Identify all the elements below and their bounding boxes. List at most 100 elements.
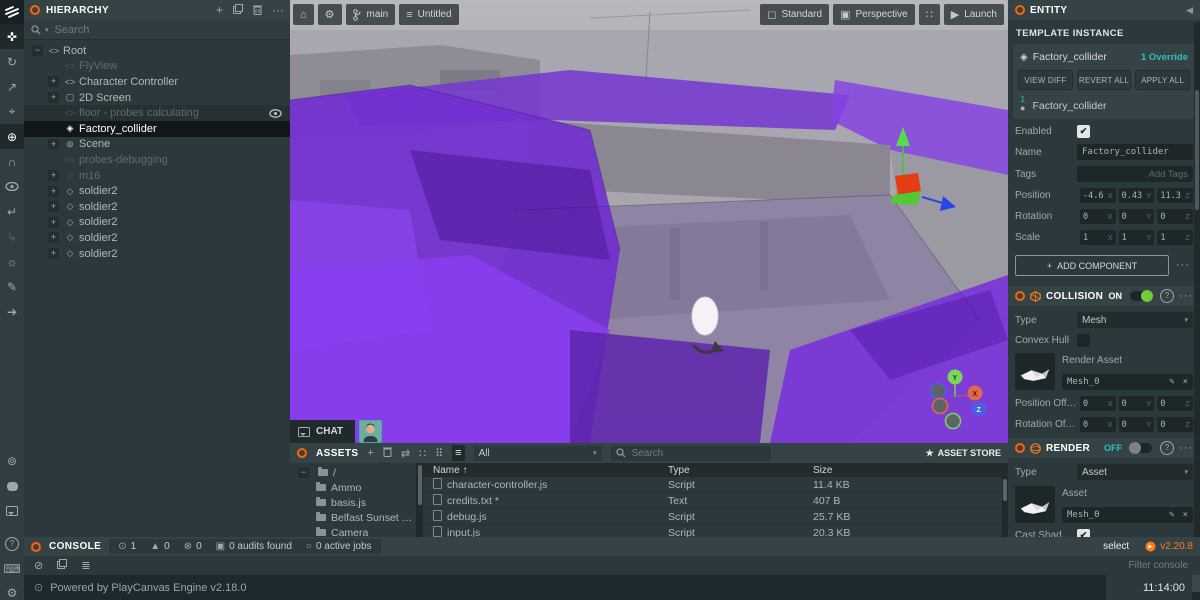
transform-y-field[interactable]: 0Y <box>1119 209 1155 224</box>
github-icon[interactable]: ⊚ <box>0 450 24 472</box>
hierarchy-item[interactable]: <>floor - probes calculating <box>24 105 290 121</box>
clear-x-icon[interactable]: × <box>1183 510 1188 520</box>
asset-row[interactable]: character-controller.jsScript11.4 KB <box>423 477 1008 493</box>
large-grid-view-icon[interactable]: ⠿ <box>435 447 443 460</box>
collision-toggle[interactable] <box>1130 291 1152 301</box>
visibility-eye-icon[interactable] <box>0 174 24 199</box>
home-button[interactable]: ⌂ <box>293 4 314 25</box>
folder-item[interactable]: Belfast Sunset HDR <box>290 510 416 525</box>
hierarchy-item[interactable]: +◇soldier2 <box>24 199 290 215</box>
feedback-icon[interactable] <box>0 500 24 522</box>
folder-item[interactable]: Camera <box>290 525 416 537</box>
delete-entity-button[interactable] <box>253 4 262 17</box>
help-icon[interactable]: ? <box>0 533 24 555</box>
reimport-asset-icon[interactable]: ⇄ <box>401 447 410 460</box>
clear-x-icon[interactable]: × <box>1183 377 1188 387</box>
console-title[interactable]: CONSOLE <box>49 541 101 552</box>
tags-field[interactable]: Add Tags <box>1077 166 1193 182</box>
transform-z-field[interactable]: 0Z <box>1157 209 1193 224</box>
expander-toggle[interactable]: + <box>48 170 59 181</box>
entity-menu-button[interactable]: ··· <box>1173 255 1193 274</box>
template-instance-chip[interactable]: 1 ● <box>1020 96 1025 112</box>
render-help-icon[interactable]: ? <box>1160 441 1174 455</box>
asset-field[interactable]: Mesh_0 ✎ × <box>1062 507 1193 523</box>
snap-magnet-icon[interactable]: ∩ <box>0 149 24 174</box>
list-view-icon[interactable]: ≡ <box>452 445 464 461</box>
hierarchy-menu-button[interactable]: ··· <box>272 4 284 16</box>
column-name[interactable]: Name ↑ <box>423 465 668 476</box>
transform-y-field[interactable]: 0.43Y <box>1119 188 1155 203</box>
branch-button[interactable]: main <box>346 4 396 25</box>
delete-asset-button[interactable] <box>383 446 392 460</box>
console-warning-count[interactable]: ▲0 <box>150 541 169 552</box>
asset-store-button[interactable]: ★ASSET STORE <box>926 448 1001 459</box>
fullscreen-button[interactable]: ∷ <box>919 4 940 25</box>
hierarchy-item[interactable]: −<>Root <box>24 43 290 59</box>
jobs-status[interactable]: ○0 active jobs <box>306 541 372 552</box>
edit-pencil-icon[interactable]: ✎ <box>1169 377 1174 387</box>
add-component-button[interactable]: +ADD COMPONENT <box>1015 255 1169 276</box>
playcanvas-logo-icon[interactable] <box>0 0 24 24</box>
hierarchy-search-input[interactable] <box>53 23 283 37</box>
render-mesh-thumbnail[interactable] <box>1015 486 1055 523</box>
transform-z-field[interactable]: 1Z <box>1157 230 1193 245</box>
render-asset-field[interactable]: Mesh_0 ✎ × <box>1062 374 1193 390</box>
redo-icon[interactable]: ↳ <box>0 224 24 249</box>
collision-type-dropdown[interactable]: Mesh▾ <box>1077 312 1193 328</box>
collision-header[interactable]: COLLISION ON ? ··· <box>1008 286 1200 306</box>
assets-search-input[interactable] <box>630 447 766 460</box>
scene-name-button[interactable]: ≡ Untitled <box>399 4 458 25</box>
cast-shadows-checkbox[interactable]: ✔ <box>1077 529 1090 537</box>
hierarchy-item[interactable]: <>probes-debugging <box>24 152 290 168</box>
expander-toggle[interactable]: + <box>48 201 59 212</box>
expander-toggle[interactable]: + <box>48 248 59 259</box>
add-asset-button[interactable]: + <box>367 447 373 459</box>
asset-row[interactable]: debug.jsScript25.7 KB <box>423 509 1008 525</box>
scale-tool-icon[interactable]: ↗ <box>0 74 24 99</box>
settings-gear-icon[interactable]: ⚙ <box>0 582 24 600</box>
hierarchy-item[interactable]: +⊚Scene <box>24 137 290 153</box>
standard-view-button[interactable]: ◻Standard <box>760 4 829 25</box>
offset-x-field[interactable]: 0X <box>1080 396 1116 411</box>
shortcuts-keyboard-icon[interactable]: ⌨ <box>0 558 24 580</box>
world-space-icon[interactable]: ⊕ <box>0 124 24 149</box>
enabled-checkbox[interactable]: ✔ <box>1077 125 1090 138</box>
folder-item[interactable]: Ammo <box>290 480 416 495</box>
offset-z-field[interactable]: 0Z <box>1157 417 1193 432</box>
translate-tool-icon[interactable]: ✜ <box>0 24 24 49</box>
edit-pencil-icon[interactable]: ✎ <box>1169 510 1174 520</box>
transform-y-field[interactable]: 1Y <box>1119 230 1155 245</box>
audits-status[interactable]: ▣0 audits found <box>216 541 292 552</box>
chat-button[interactable]: CHAT <box>290 420 355 443</box>
name-field[interactable]: Factory_collider <box>1077 144 1193 160</box>
collapse-panel-icon[interactable]: ◀ <box>1186 5 1193 16</box>
clear-console-icon[interactable]: ⊘ <box>34 559 43 572</box>
publish-icon[interactable]: ➔ <box>0 299 24 324</box>
expander-toggle[interactable]: − <box>298 467 309 478</box>
folder-item[interactable]: −/ <box>290 465 416 480</box>
transform-x-field[interactable]: -4.6X <box>1080 188 1116 203</box>
console-error-count[interactable]: ⊗0 <box>184 541 202 552</box>
revert-all-button[interactable]: REVERT ALL <box>1077 70 1132 90</box>
discord-icon[interactable] <box>0 475 24 497</box>
asset-row[interactable]: credits.txt *Text407 B <box>423 493 1008 509</box>
add-entity-button[interactable]: + <box>216 4 223 16</box>
hierarchy-item[interactable]: ◈Factory_collider <box>24 121 290 137</box>
offset-x-field[interactable]: 0X <box>1080 417 1116 432</box>
column-size[interactable]: Size <box>813 465 1008 476</box>
render-type-dropdown[interactable]: Asset▾ <box>1077 464 1193 480</box>
view-diff-button[interactable]: VIEW DIFF <box>1018 70 1073 90</box>
collision-menu-button[interactable]: ··· <box>1179 287 1193 306</box>
console-info-count[interactable]: ⊙1 <box>118 541 136 552</box>
copy-log-icon[interactable] <box>57 559 67 572</box>
undo-icon[interactable]: ↵ <box>0 199 24 224</box>
hierarchy-item[interactable]: +<>Character Controller <box>24 74 290 90</box>
hierarchy-item[interactable]: +◇soldier2 <box>24 246 290 262</box>
filter-console-input[interactable] <box>1056 559 1190 572</box>
convex-hull-checkbox[interactable] <box>1077 334 1090 347</box>
log-text-icon[interactable]: ≣ <box>81 559 90 572</box>
render-asset-thumbnail[interactable] <box>1015 353 1055 390</box>
perspective-button[interactable]: ▣Perspective <box>833 4 915 25</box>
eye-icon[interactable] <box>269 109 282 118</box>
override-badge[interactable]: 1 Override <box>1141 52 1188 63</box>
